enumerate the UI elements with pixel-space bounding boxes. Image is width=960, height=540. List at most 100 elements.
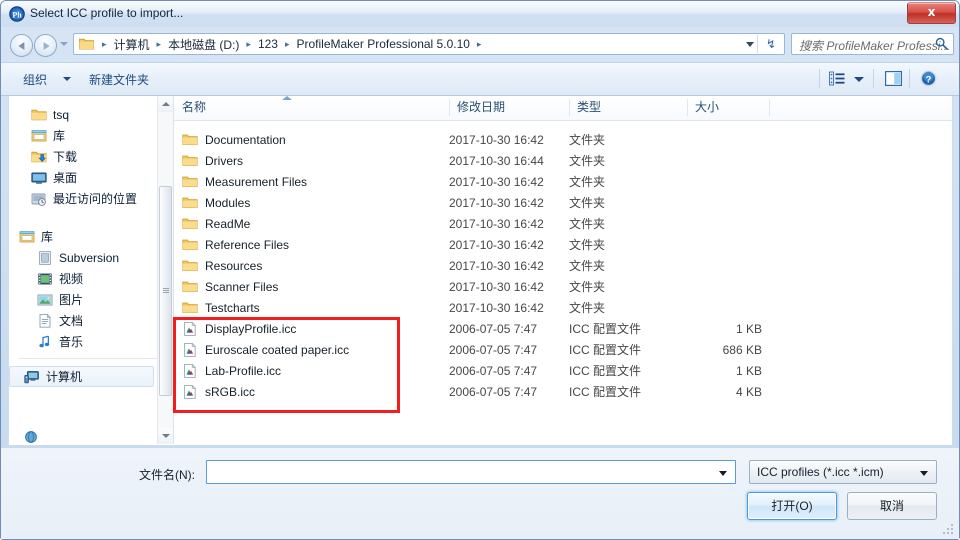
file-name-text: DisplayProfile.icc bbox=[205, 321, 297, 336]
subversion-icon bbox=[37, 250, 53, 266]
organize-chevron-down-icon[interactable] bbox=[63, 77, 71, 81]
sidebar-scrollbar-thumb[interactable] bbox=[159, 186, 172, 396]
file-name-text: Resources bbox=[205, 258, 263, 273]
file-name-cell: sRGB.icc bbox=[182, 384, 255, 400]
table-row[interactable]: Euroscale coated paper.icc 2006-07-05 7:… bbox=[174, 339, 952, 360]
filename-chevron-down-icon[interactable] bbox=[719, 471, 727, 476]
sidebar-item-pictures[interactable]: 图片 bbox=[9, 289, 154, 310]
sidebar-item-computer[interactable]: 计算机 bbox=[9, 366, 154, 387]
file-type-filter-select[interactable]: ICC profiles (*.icc *.icm) bbox=[749, 460, 937, 484]
table-row[interactable]: Testcharts 2017-10-30 16:42 文件夹 bbox=[174, 297, 952, 318]
table-row[interactable]: Drivers 2017-10-30 16:44 文件夹 bbox=[174, 150, 952, 171]
file-list-pane[interactable]: 名称 修改日期 类型 大小 Documentation 2017-10-30 1… bbox=[174, 96, 952, 444]
file-date-cell: 2017-10-30 16:42 bbox=[449, 216, 544, 231]
breadcrumb-item-1[interactable]: 本地磁盘 (D:) bbox=[165, 36, 242, 53]
address-bar[interactable]: ▸ 计算机 ▸ 本地磁盘 (D:) ▸ 123 ▸ ProfileMaker P… bbox=[73, 33, 785, 55]
main-content-area: tsq 库 下载 桌面 最近访问的位置 库 Subversion 视频 图片 文… bbox=[8, 96, 953, 446]
column-header-date[interactable]: 修改日期 bbox=[449, 96, 569, 119]
file-type-cell: ICC 配置文件 bbox=[569, 364, 642, 378]
view-chevron-down-icon[interactable] bbox=[854, 77, 864, 82]
resize-grip-icon[interactable] bbox=[943, 524, 955, 536]
close-button[interactable]: x bbox=[907, 2, 956, 24]
filter-chevron-down-icon[interactable] bbox=[920, 471, 928, 476]
table-row[interactable]: Lab-Profile.icc 2006-07-05 7:47 ICC 配置文件… bbox=[174, 360, 952, 381]
breadcrumb: ▸ 计算机 ▸ 本地磁盘 (D:) ▸ 123 ▸ ProfileMaker P… bbox=[98, 34, 485, 54]
file-type-cell: ICC 配置文件 bbox=[569, 322, 642, 336]
table-row[interactable]: Documentation 2017-10-30 16:42 文件夹 bbox=[174, 129, 952, 150]
breadcrumb-item-3[interactable]: ProfileMaker Professional 5.0.10 bbox=[294, 37, 473, 51]
sidebar-item-label: 图片 bbox=[59, 293, 84, 307]
history-dropdown-icon[interactable] bbox=[60, 42, 68, 46]
table-row[interactable]: Reference Files 2017-10-30 16:42 文件夹 bbox=[174, 234, 952, 255]
scroll-up-triangle bbox=[162, 102, 170, 106]
organize-button[interactable]: 组织 bbox=[23, 71, 47, 88]
sidebar-item-recent-places[interactable]: 最近访问的位置 bbox=[9, 188, 154, 209]
table-row[interactable]: Modules 2017-10-30 16:42 文件夹 bbox=[174, 192, 952, 213]
file-name-cell: Euroscale coated paper.icc bbox=[182, 342, 349, 358]
table-row[interactable]: DisplayProfile.icc 2006-07-05 7:47 ICC 配… bbox=[174, 318, 952, 339]
cancel-button[interactable]: 取消 bbox=[847, 492, 937, 520]
folder-icon bbox=[182, 153, 198, 169]
table-row[interactable]: sRGB.icc 2006-07-05 7:47 ICC 配置文件 4 KB bbox=[174, 381, 952, 402]
file-type-cell: 文件夹 bbox=[569, 217, 606, 231]
table-row[interactable]: Resources 2017-10-30 16:42 文件夹 bbox=[174, 255, 952, 276]
filename-input[interactable] bbox=[206, 460, 736, 484]
sidebar-item-libraries-top[interactable]: 库 bbox=[9, 125, 154, 146]
scroll-down-arrow-icon[interactable] bbox=[158, 428, 173, 444]
column-header-type[interactable]: 类型 bbox=[569, 96, 687, 119]
file-name-text: Lab-Profile.icc bbox=[205, 363, 282, 378]
preview-pane-icon[interactable] bbox=[885, 71, 903, 87]
file-name-cell: Lab-Profile.icc bbox=[182, 363, 281, 379]
scroll-up-arrow-icon[interactable] bbox=[158, 96, 173, 112]
icc-profile-icon bbox=[182, 321, 198, 337]
command-divider-3 bbox=[909, 69, 910, 88]
back-button[interactable] bbox=[10, 34, 33, 57]
sidebar-item-label: 文档 bbox=[59, 314, 84, 328]
breadcrumb-item-2[interactable]: 123 bbox=[255, 37, 281, 51]
folder-icon bbox=[182, 174, 198, 190]
sidebar-group-libraries[interactable]: 库 bbox=[9, 226, 154, 247]
sidebar-item-videos[interactable]: 视频 bbox=[9, 268, 154, 289]
open-button[interactable]: 打开(O) bbox=[747, 492, 837, 520]
breadcrumb-separator-2: ▸ bbox=[246, 38, 251, 49]
sidebar-scrollbar[interactable] bbox=[157, 96, 173, 444]
table-row[interactable]: Scanner Files 2017-10-30 16:42 文件夹 bbox=[174, 276, 952, 297]
file-type-cell: 文件夹 bbox=[569, 259, 606, 273]
breadcrumb-item-0[interactable]: 计算机 bbox=[111, 36, 153, 53]
file-name-cell: Documentation bbox=[182, 132, 286, 148]
table-row[interactable]: Measurement Files 2017-10-30 16:42 文件夹 bbox=[174, 171, 952, 192]
column-header-name[interactable]: 名称 bbox=[174, 96, 449, 119]
file-name-text: ReadMe bbox=[205, 216, 251, 231]
sidebar-item-label: 音乐 bbox=[59, 335, 84, 349]
table-row[interactable]: ReadMe 2017-10-30 16:42 文件夹 bbox=[174, 213, 952, 234]
file-dialog-window: Ph Select ICC profile to import... x ▸ 计… bbox=[0, 0, 960, 540]
documents-icon bbox=[37, 313, 53, 329]
file-date-cell: 2017-10-30 16:44 bbox=[449, 153, 544, 168]
view-layout-icon[interactable] bbox=[829, 71, 845, 87]
breadcrumb-separator-1: ▸ bbox=[156, 38, 162, 49]
file-date-cell: 2006-07-05 7:47 bbox=[449, 321, 538, 336]
sidebar-item-subversion[interactable]: Subversion bbox=[9, 247, 154, 268]
help-icon[interactable]: ? bbox=[920, 70, 937, 87]
sidebar-item-music[interactable]: 音乐 bbox=[9, 331, 154, 352]
sidebar-item-tsq[interactable]: tsq bbox=[9, 104, 154, 125]
sidebar-item-documents[interactable]: 文档 bbox=[9, 310, 154, 331]
sidebar-item-desktop[interactable]: 桌面 bbox=[9, 167, 154, 188]
column-header-size[interactable]: 大小 bbox=[687, 96, 769, 119]
search-input[interactable]: 搜索 ProfileMaker Professi... bbox=[791, 33, 954, 55]
scroll-down-triangle bbox=[162, 434, 170, 438]
forward-button[interactable] bbox=[34, 34, 57, 57]
address-dropdown-icon[interactable] bbox=[746, 42, 754, 47]
navigation-pane[interactable]: tsq 库 下载 桌面 最近访问的位置 库 Subversion 视频 图片 文… bbox=[9, 96, 173, 444]
file-name-text: Modules bbox=[205, 195, 251, 210]
file-name-cell: Drivers bbox=[182, 153, 243, 169]
file-size-cell: 4 KB bbox=[735, 384, 762, 399]
sidebar-item-downloads[interactable]: 下载 bbox=[9, 146, 154, 167]
new-folder-button[interactable]: 新建文件夹 bbox=[89, 71, 149, 88]
music-icon bbox=[37, 334, 53, 350]
sidebar-item-network-partial[interactable] bbox=[9, 426, 154, 444]
sidebar-item-label: 计算机 bbox=[46, 370, 83, 384]
refresh-button[interactable]: ↯ bbox=[761, 36, 781, 53]
column-divider-4[interactable] bbox=[769, 99, 770, 116]
file-date-cell: 2017-10-30 16:42 bbox=[449, 237, 544, 252]
